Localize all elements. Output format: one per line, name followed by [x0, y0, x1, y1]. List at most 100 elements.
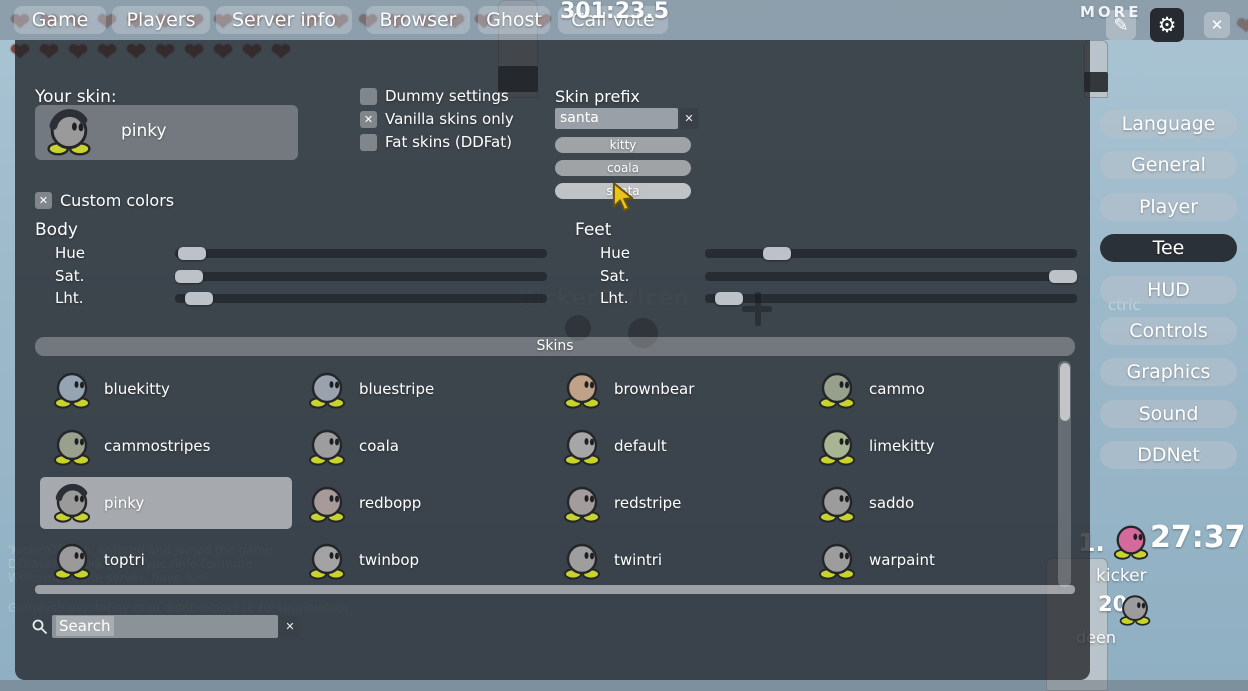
skin-item[interactable]: limekitty — [805, 420, 1057, 472]
menu-tab-browser[interactable]: Browser — [366, 6, 470, 34]
skins-horizontal-scrollbar[interactable] — [35, 585, 1075, 594]
skin-prefix-suggestion-santa[interactable]: santa — [555, 183, 691, 199]
tee-avatar — [52, 369, 92, 409]
dummy-settings-checkbox[interactable]: Dummy settings — [360, 87, 509, 105]
tab-ddnet[interactable]: DDNet — [1100, 441, 1237, 469]
tee-avatar — [45, 108, 93, 156]
ddnet-settings-screen: ❤❤❤❤❤❤❤❤❤❤❤❤❤❤❤❤❤❤❤ ❤❤❤❤❤❤❤❤❤❤ KickerOff… — [0, 0, 1248, 691]
skin-item[interactable]: cammo — [805, 363, 1057, 415]
skins-list-header: Skins — [35, 337, 1075, 356]
skin-name: twintri — [614, 534, 662, 586]
skin-item[interactable]: warpaint — [805, 534, 1057, 586]
skin-item[interactable]: redstripe — [550, 477, 802, 529]
slider-handle[interactable] — [715, 292, 743, 305]
skin-item[interactable]: toptri — [40, 534, 292, 586]
current-skin-name: pinky — [121, 121, 167, 141]
custom-colors-checkbox[interactable]: ✕ Custom colors — [35, 191, 174, 210]
skin-item[interactable]: brownbear — [550, 363, 802, 415]
skin-name: cammostripes — [104, 420, 210, 472]
tab-hud[interactable]: HUD — [1100, 276, 1237, 304]
tee-avatar — [817, 426, 857, 466]
tab-general[interactable]: General — [1100, 151, 1237, 179]
your-skin-label: Your skin: — [35, 87, 117, 107]
skin-prefix-label: Skin prefix — [555, 87, 640, 106]
checkbox-box — [360, 88, 377, 105]
skin-name: cammo — [869, 363, 925, 415]
body-sat-slider[interactable] — [175, 272, 547, 281]
tab-graphics[interactable]: Graphics — [1100, 358, 1237, 386]
vanilla-skins-checkbox[interactable]: ✕ Vanilla skins only — [360, 110, 514, 128]
skin-item[interactable]: default — [550, 420, 802, 472]
tab-sound[interactable]: Sound — [1100, 400, 1237, 428]
skin-name: bluestripe — [359, 363, 434, 415]
skin-prefix-suggestion-coala[interactable]: coala — [555, 160, 691, 176]
checkbox-label: Vanilla skins only — [385, 110, 514, 128]
skin-name: pinky — [104, 477, 144, 529]
feet-hue-slider[interactable] — [705, 249, 1077, 258]
menu-tab-players[interactable]: Players — [112, 6, 210, 34]
search-input-value: Search — [56, 616, 114, 636]
skin-item[interactable]: bluekitty — [40, 363, 292, 415]
checkbox-label: Dummy settings — [385, 87, 509, 105]
skin-item[interactable]: twinbop — [295, 534, 547, 586]
skin-name: toptri — [104, 534, 145, 586]
skin-name: redstripe — [614, 477, 681, 529]
scrollbar-thumb[interactable] — [1060, 363, 1070, 421]
skin-item[interactable]: saddo — [805, 477, 1057, 529]
skin-item[interactable]: cammostripes — [40, 420, 292, 472]
slider-label: Hue — [600, 244, 630, 262]
settings-button[interactable]: ⚙ — [1150, 8, 1184, 42]
slider-label: Sat. — [600, 267, 629, 285]
skin-name: limekitty — [869, 420, 935, 472]
tee-avatar — [307, 426, 347, 466]
skin-name: bluekitty — [104, 363, 170, 415]
skin-prefix-clear-button[interactable]: ✕ — [680, 108, 698, 129]
menu-tab-server-info[interactable]: Server info — [216, 6, 352, 34]
checkbox-label: Fat skins (DDFat) — [385, 133, 512, 151]
skin-item[interactable]: pinky — [40, 477, 292, 529]
skin-name: redbopp — [359, 477, 421, 529]
tab-controls[interactable]: Controls — [1100, 317, 1237, 345]
close-button[interactable]: ✕ — [1204, 12, 1230, 38]
skin-name: saddo — [869, 477, 914, 529]
tee-avatar — [562, 426, 602, 466]
slider-handle[interactable] — [178, 247, 206, 260]
editor-button[interactable]: ✎ — [1106, 10, 1136, 40]
tee-avatar — [52, 483, 92, 523]
feet-lht-slider[interactable] — [705, 294, 1077, 303]
skin-prefix-suggestion-kitty[interactable]: kitty — [555, 137, 691, 153]
checkbox-box: ✕ — [35, 192, 52, 209]
checkbox-box — [360, 134, 377, 151]
fat-skins-checkbox[interactable]: Fat skins (DDFat) — [360, 133, 512, 151]
slider-handle[interactable] — [763, 247, 791, 260]
skin-item[interactable]: coala — [295, 420, 547, 472]
tab-tee[interactable]: Tee — [1100, 234, 1237, 262]
feet-section-title: Feet — [575, 220, 611, 240]
skin-name: brownbear — [614, 363, 694, 415]
checkbox-box: ✕ — [360, 111, 377, 128]
tee-avatar — [562, 540, 602, 580]
body-section-title: Body — [35, 220, 78, 240]
pencil-icon: ✎ — [1113, 15, 1128, 36]
menu-tab-game[interactable]: Game — [14, 6, 106, 34]
tab-player[interactable]: Player — [1100, 193, 1237, 221]
skin-item[interactable]: redbopp — [295, 477, 547, 529]
body-hue-slider[interactable] — [175, 249, 547, 258]
slider-handle[interactable] — [1049, 270, 1077, 283]
skins-vertical-scrollbar[interactable] — [1058, 361, 1071, 587]
tee-avatar — [307, 540, 347, 580]
body-lht-slider[interactable] — [175, 294, 547, 303]
skin-prefix-input[interactable]: santa — [555, 108, 678, 129]
skin-name: twinbop — [359, 534, 419, 586]
menu-tab-ghost[interactable]: Ghost — [478, 6, 550, 34]
skin-item[interactable]: bluestripe — [295, 363, 547, 415]
tee-avatar — [562, 369, 602, 409]
search-clear-button[interactable]: ✕ — [280, 615, 300, 638]
tab-language[interactable]: Language — [1100, 110, 1237, 138]
search-input[interactable]: Search — [52, 615, 278, 638]
slider-handle[interactable] — [185, 292, 213, 305]
slider-handle[interactable] — [175, 270, 203, 283]
feet-sat-slider[interactable] — [705, 272, 1077, 281]
current-skin-preview: pinky — [35, 105, 298, 160]
skin-item[interactable]: twintri — [550, 534, 802, 586]
